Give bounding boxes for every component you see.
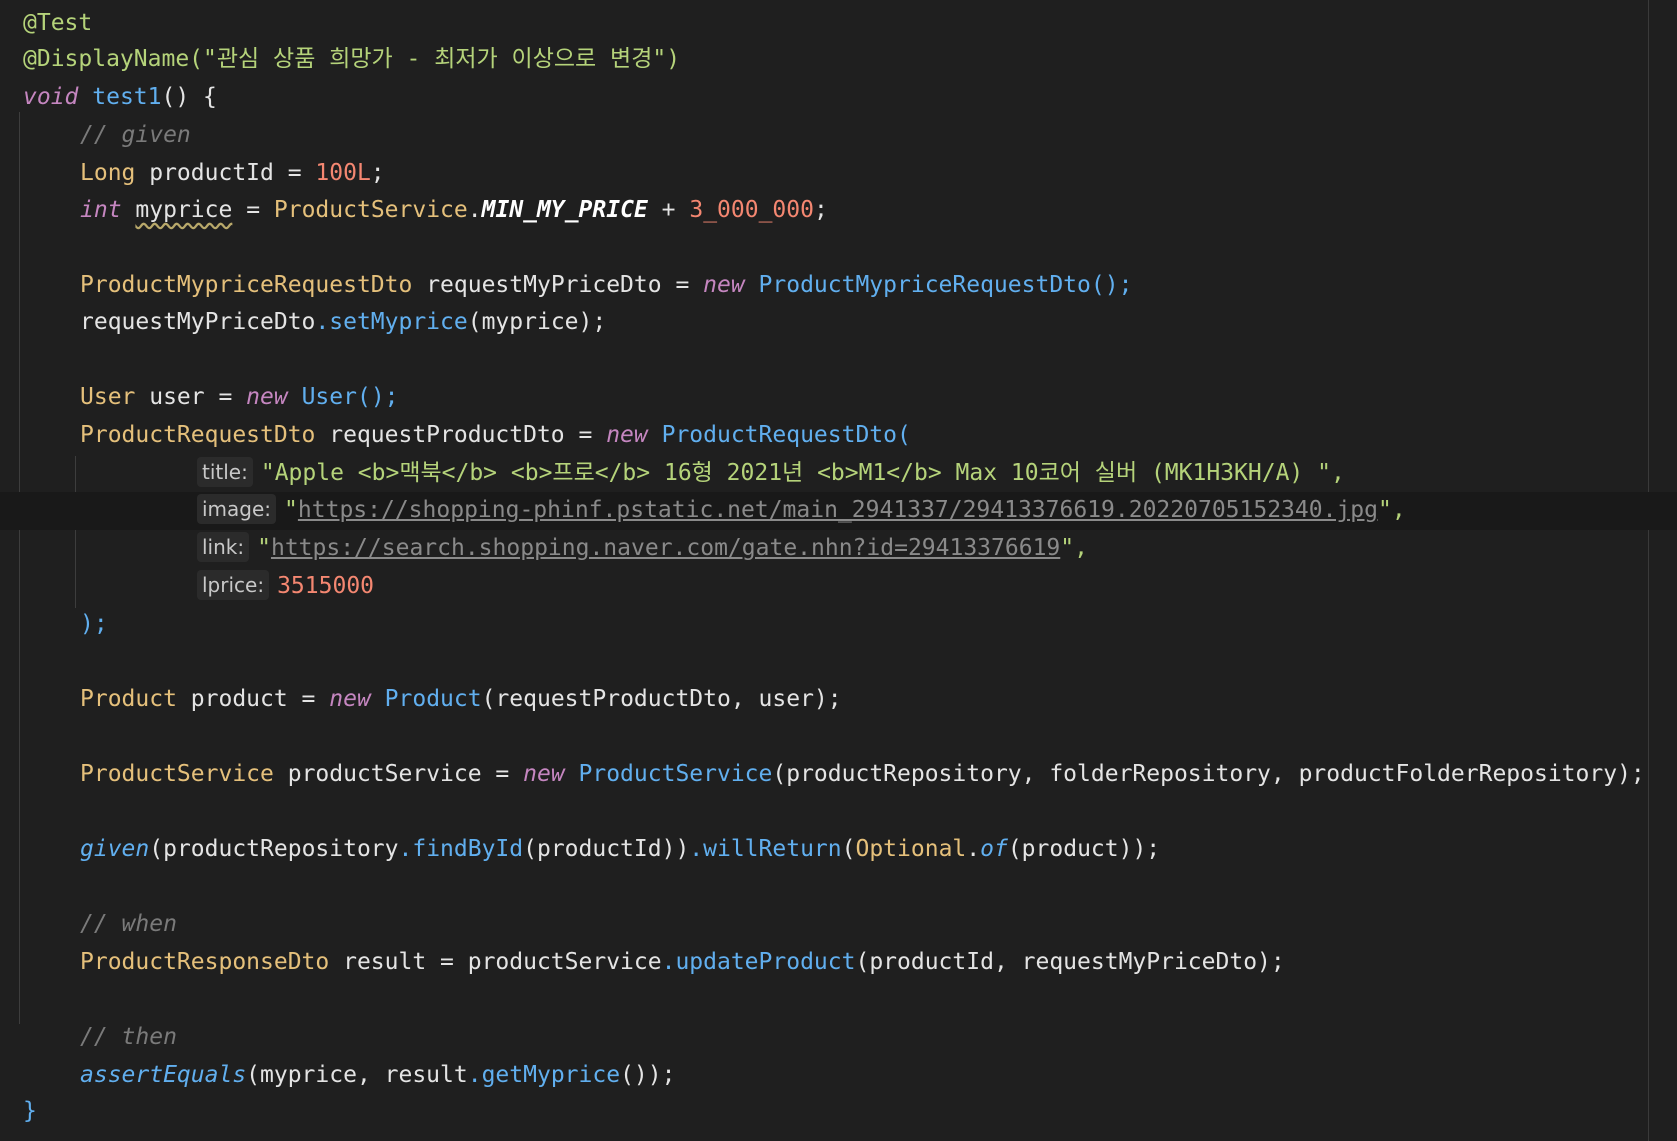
code-line[interactable]: @Test	[0, 5, 1677, 43]
method-name: test1	[92, 84, 162, 110]
willreturn-method: .willReturn	[689, 836, 842, 862]
code-line[interactable]: // then	[0, 1019, 1677, 1057]
setmyprice-method: .setMyprice	[315, 309, 468, 335]
comment-given: // given	[80, 122, 191, 148]
product-request-dto-type: ProductRequestDto	[80, 422, 316, 448]
response-dto-type: ProductResponseDto	[80, 949, 330, 975]
code-line[interactable]: ProductResponseDto result = productServi…	[0, 944, 1677, 982]
productid-decl: productId =	[135, 160, 316, 186]
of-method: of	[980, 836, 1008, 862]
parameter-hint-title: title:	[197, 457, 253, 487]
myprice-var-warning[interactable]: myprice	[135, 197, 232, 223]
code-line[interactable]: title: "Apple <b>맥북</b> <b>프로</b> 16형 202…	[0, 455, 1677, 493]
link-url-link[interactable]: https://search.shopping.naver.com/gate.n…	[271, 535, 1060, 561]
code-line[interactable]: assertEquals(myprice, result.getMyprice(…	[0, 1057, 1677, 1095]
code-line[interactable]: lprice: 3515000	[0, 568, 1677, 606]
comment-when: // when	[80, 911, 177, 937]
parameter-hint-image: image:	[197, 494, 277, 524]
lprice-value: 3515000	[277, 573, 375, 599]
code-line[interactable]: @DisplayName("관심 상품 희망가 - 최저가 이상으로 변경")	[0, 41, 1677, 79]
getmyprice-method: .getMyprice	[467, 1062, 621, 1088]
update-product-method: .updateProduct	[661, 949, 856, 975]
code-line[interactable]: // when	[0, 906, 1677, 944]
code-line[interactable]: ProductMypriceRequestDto requestMyPriceD…	[0, 267, 1677, 305]
assert-equals-function: assertEquals	[80, 1062, 247, 1088]
code-line[interactable]: Product product = new Product(requestPro…	[0, 681, 1677, 719]
code-line[interactable]: User user = new User();	[0, 379, 1677, 417]
code-line[interactable]: // given	[0, 117, 1677, 155]
image-url-link[interactable]: https://shopping-phinf.pstatic.net/main_…	[298, 497, 1378, 523]
findbyid-method: .findById	[398, 836, 524, 862]
code-line[interactable]: void test1() {	[0, 79, 1677, 117]
current-line-highlight[interactable]: image: "https://shopping-phinf.pstatic.ne…	[0, 492, 1677, 530]
closing-brace: }	[23, 1098, 37, 1124]
void-keyword: void	[23, 84, 79, 110]
user-constructor: User	[287, 384, 357, 410]
type-int: int	[80, 197, 122, 223]
code-line[interactable]: given(productRepository.findById(product…	[0, 831, 1677, 869]
code-line[interactable]: Long productId = 100L;	[0, 155, 1677, 193]
optional-class: Optional	[855, 836, 967, 862]
dto-type: ProductMypriceRequestDto	[80, 272, 413, 298]
title-string: "Apple <b>맥북</b> <b>프로</b> 16형 2021년 <b>…	[260, 460, 1345, 486]
type-long: Long	[80, 160, 136, 186]
productid-value: 100L	[315, 160, 371, 186]
code-editor[interactable]: @Test @DisplayName("관심 상품 희망가 - 최저가 이상으로…	[0, 0, 1677, 1141]
dto-constructor: ProductMypriceRequestDto	[744, 272, 1091, 298]
code-line[interactable]: ProductRequestDto requestProductDto = ne…	[0, 417, 1677, 455]
code-line[interactable]: );	[0, 606, 1677, 644]
code-line[interactable]: ProductService productService = new Prod…	[0, 756, 1677, 794]
code-line[interactable]: int myprice = ProductService.MIN_MY_PRIC…	[0, 192, 1677, 230]
comment-then: // then	[80, 1024, 177, 1050]
code-line[interactable]: requestMyPriceDto.setMyprice(myprice);	[0, 304, 1677, 342]
constructor-close: );	[80, 611, 108, 637]
product-type: Product	[80, 686, 177, 712]
annotation-test: @Test	[23, 10, 93, 36]
method-open: () {	[161, 84, 217, 110]
code-line[interactable]: link: "https://search.shopping.naver.com/…	[0, 530, 1677, 568]
parameter-hint-lprice: lprice:	[197, 570, 270, 600]
product-service-type: ProductService	[80, 761, 274, 787]
min-my-price-constant: MIN_MY_PRICE	[481, 197, 648, 223]
product-service-constructor: ProductService	[564, 761, 773, 787]
product-request-dto-constructor: ProductRequestDto(	[647, 422, 911, 448]
annotation-display-name: @DisplayName	[23, 46, 190, 72]
myprice-number: 3_000_000	[689, 197, 814, 223]
parameter-hint-link: link:	[197, 532, 250, 562]
code-line[interactable]: }	[0, 1093, 1677, 1131]
user-type: User	[80, 384, 136, 410]
given-function: given	[80, 836, 150, 862]
display-name-string: ("관심 상품 희망가 - 최저가 이상으로 변경")	[189, 46, 681, 72]
product-constructor: Product	[370, 686, 482, 712]
productservice-class: ProductService	[273, 197, 468, 223]
